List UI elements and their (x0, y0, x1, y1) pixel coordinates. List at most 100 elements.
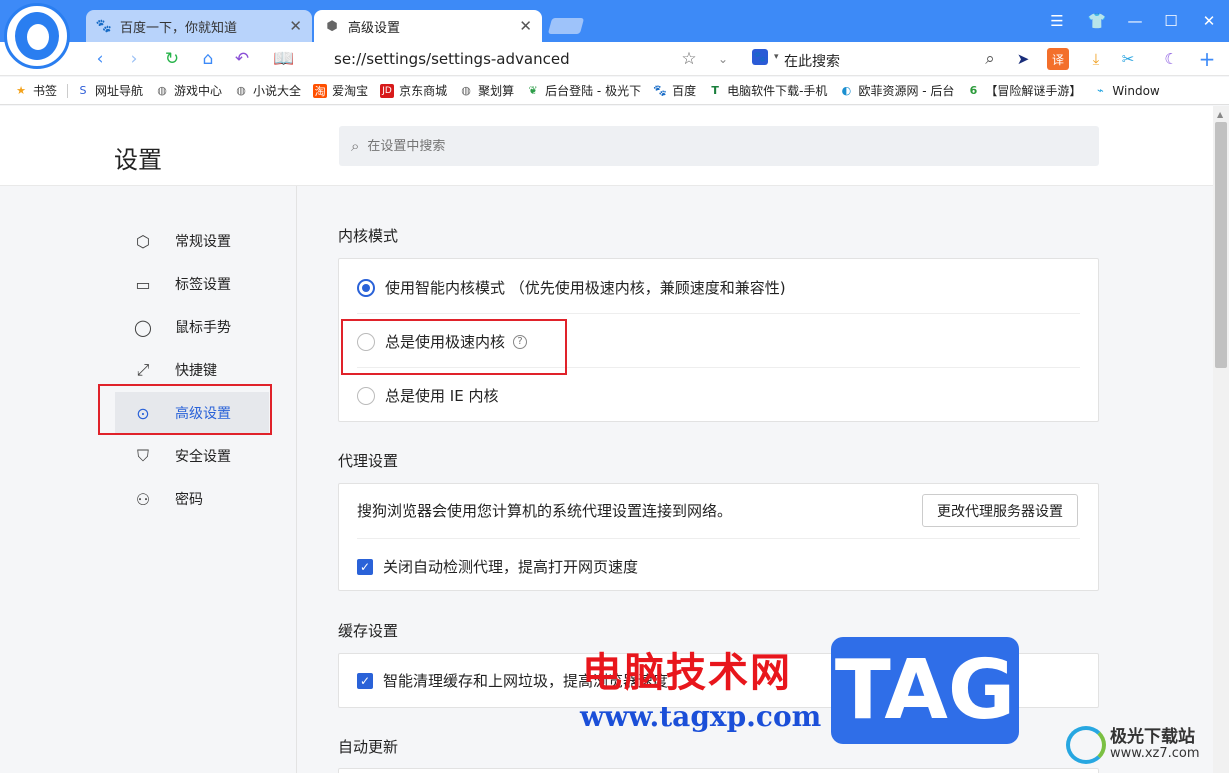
sidebar-item-passwords[interactable]: ⚇ 密码 (115, 478, 269, 520)
bookmark-label: 小说大全 (253, 84, 302, 98)
bookmark-item[interactable]: ❦ 后台登陆 - 极光下 (526, 82, 642, 99)
moon-icon[interactable]: ☾ (1160, 48, 1182, 70)
download-icon[interactable]: ⤓ (1085, 48, 1107, 70)
site-url: www.xz7.com (1110, 746, 1200, 761)
bookmark-item[interactable]: ◍ 小说大全 (234, 82, 301, 99)
checkbox-checked-icon[interactable]: ✓ (357, 558, 373, 575)
bookmark-item[interactable]: JD 京东商城 (380, 82, 447, 99)
bookmark-item[interactable]: 淘 爱淘宝 (313, 82, 368, 99)
sidebar-item-label: 标签设置 (175, 277, 231, 293)
kernel-option-smart[interactable]: 使用智能内核模式 （优先使用极速内核，兼顾速度和兼容性) (357, 277, 1080, 298)
autoupdate-card (338, 768, 1099, 773)
sidebar-item-mouse-gestures[interactable]: ◯ 鼠标手势 (115, 306, 269, 348)
leaf-icon: ❦ (528, 84, 538, 97)
baidu-paw-icon: 🐾 (95, 18, 113, 34)
hexagon-settings-icon: ⬡ (136, 231, 150, 251)
change-proxy-button[interactable]: 更改代理服务器设置 (922, 494, 1078, 527)
settings-search[interactable]: ⌕ (339, 126, 1099, 166)
highlight-box (98, 384, 272, 435)
proxy-card: 搜狗浏览器会使用您计算机的系统代理设置连接到网络。 更改代理服务器设置 ✓ 关闭… (338, 483, 1099, 591)
star-bookmark-icon[interactable]: ☆ (677, 47, 701, 71)
tab-title: 高级设置 (348, 20, 401, 36)
shortcut-arrow-icon: ⤢ (136, 360, 150, 379)
divider (357, 538, 1080, 539)
star-icon: ★ (16, 84, 26, 97)
bookmark-item[interactable]: ◍ 游戏中心 (155, 82, 222, 99)
baidu-paw-icon: 🐾 (752, 49, 768, 65)
bookmark-label: 电脑软件下载-手机 (727, 84, 828, 98)
scroll-up-arrow-icon[interactable]: ▲ (1217, 110, 1223, 119)
proxy-autodetect-option[interactable]: ✓ 关闭自动检测代理，提高打开网页速度 (357, 556, 1080, 577)
bookmark-item[interactable]: 6 【冒险解谜手游】 (966, 82, 1082, 99)
tab-advanced-settings[interactable]: ⬢ 高级设置 ✕ (314, 10, 542, 42)
undo-close-icon[interactable]: ↶ (230, 47, 254, 71)
section-title-cache: 缓存设置 (338, 622, 399, 640)
watermark-tag-logo: TAG (831, 637, 1019, 744)
kernel-option-ie[interactable]: 总是使用 IE 内核 (357, 385, 1080, 406)
checkbox-checked-icon[interactable]: ✓ (357, 672, 373, 689)
option-label: 使用智能内核模式 （优先使用极速内核，兼顾速度和兼容性) (385, 279, 786, 297)
bookmark-item[interactable]: ◍ 聚划算 (459, 82, 514, 99)
page-scrollbar[interactable]: ▲ (1213, 106, 1229, 773)
add-icon[interactable]: + (1196, 47, 1218, 71)
settings-search-input[interactable] (367, 138, 968, 154)
close-window-icon[interactable]: ✕ (1196, 8, 1222, 34)
cursor-arrow-icon[interactable]: ➤ (1012, 48, 1034, 70)
sidebar-item-label: 常规设置 (175, 234, 231, 250)
bookmark-item[interactable]: ★ 书签 (14, 82, 57, 99)
bookmark-item[interactable]: S 网址导航 (76, 82, 144, 99)
user-icon: ⚇ (135, 489, 151, 509)
search-icon[interactable]: ⌕ (978, 47, 1002, 71)
forward-icon[interactable]: › (122, 47, 146, 71)
sidebar-item-general[interactable]: ⬡ 常规设置 (115, 220, 269, 262)
close-tab-icon[interactable]: ✕ (519, 17, 532, 35)
page-title: 设置 (114, 146, 162, 174)
bookmark-label: Window (1112, 83, 1160, 98)
bookmark-label: 欧菲资源网 - 后台 (858, 84, 955, 98)
globe-icon: ◍ (157, 84, 167, 97)
home-icon[interactable]: ⌂ (196, 47, 220, 71)
bookmark-label: 爱淘宝 (332, 84, 369, 98)
minimize-icon[interactable]: — (1122, 8, 1148, 34)
close-tab-icon[interactable]: ✕ (289, 17, 302, 35)
scroll-thumb[interactable] (1215, 122, 1227, 368)
bookmark-item[interactable]: ◐ 欧菲资源网 - 后台 (839, 82, 955, 99)
scissors-icon[interactable]: ✂ (1117, 48, 1139, 70)
menu-icon[interactable]: ☰ (1044, 8, 1070, 34)
search-box[interactable]: 在此搜索 (784, 51, 840, 71)
site-logo-icon (1066, 726, 1106, 764)
bookmark-item[interactable]: T 电脑软件下载-手机 (708, 82, 827, 99)
search-icon: ⌕ (351, 137, 360, 155)
new-tab-button[interactable] (547, 18, 585, 34)
address-bar[interactable]: se://settings/settings-advanced (334, 50, 570, 68)
mouse-icon: ◯ (134, 317, 152, 337)
skin-shirt-icon[interactable]: 👕 (1084, 8, 1110, 34)
baidu-paw-icon: 🐾 (653, 84, 667, 97)
bookmark-label: 百度 (672, 84, 697, 98)
reader-book-icon[interactable]: 📖 (272, 47, 296, 71)
bookmarks-bar: ★ 书签 S 网址导航 ◍ 游戏中心 ◍ 小说大全 淘 爱淘宝 JD 京东商城 … (0, 77, 1229, 105)
tab-baidu[interactable]: 🐾 百度一下，你就知道 ✕ (86, 10, 312, 42)
bookmark-label: 书签 (33, 84, 58, 98)
bookmark-item[interactable]: 🐾 百度 (653, 82, 696, 99)
sogou-logo[interactable] (4, 3, 70, 69)
tab-title: 百度一下，你就知道 (120, 20, 238, 36)
bookmark-item[interactable]: ⌁ Window (1093, 83, 1160, 98)
radio-button[interactable] (357, 386, 375, 405)
bookmark-label: 京东商城 (399, 84, 448, 98)
search-engine-selector[interactable]: 🐾 ▾ (752, 49, 779, 65)
settings-header: 设置 ⌕ (0, 106, 1213, 186)
sidebar-item-tabs[interactable]: ▭ 标签设置 (115, 263, 269, 305)
refresh-icon[interactable]: ↻ (160, 47, 184, 71)
divider (357, 313, 1080, 314)
taobao-icon: 淘 (313, 83, 328, 98)
globe-icon: ◍ (236, 84, 246, 97)
translate-icon[interactable]: 译 (1047, 48, 1069, 70)
sidebar-item-security[interactable]: ⛉ 安全设置 (115, 435, 269, 477)
maximize-icon[interactable]: ☐ (1158, 8, 1184, 34)
bookmark-label: 后台登陆 - 极光下 (545, 84, 642, 98)
tab-icon: ▭ (135, 274, 151, 294)
radio-button[interactable] (357, 278, 375, 297)
chevron-down-icon[interactable]: ⌄ (711, 47, 735, 71)
back-icon[interactable]: ‹ (88, 47, 112, 71)
